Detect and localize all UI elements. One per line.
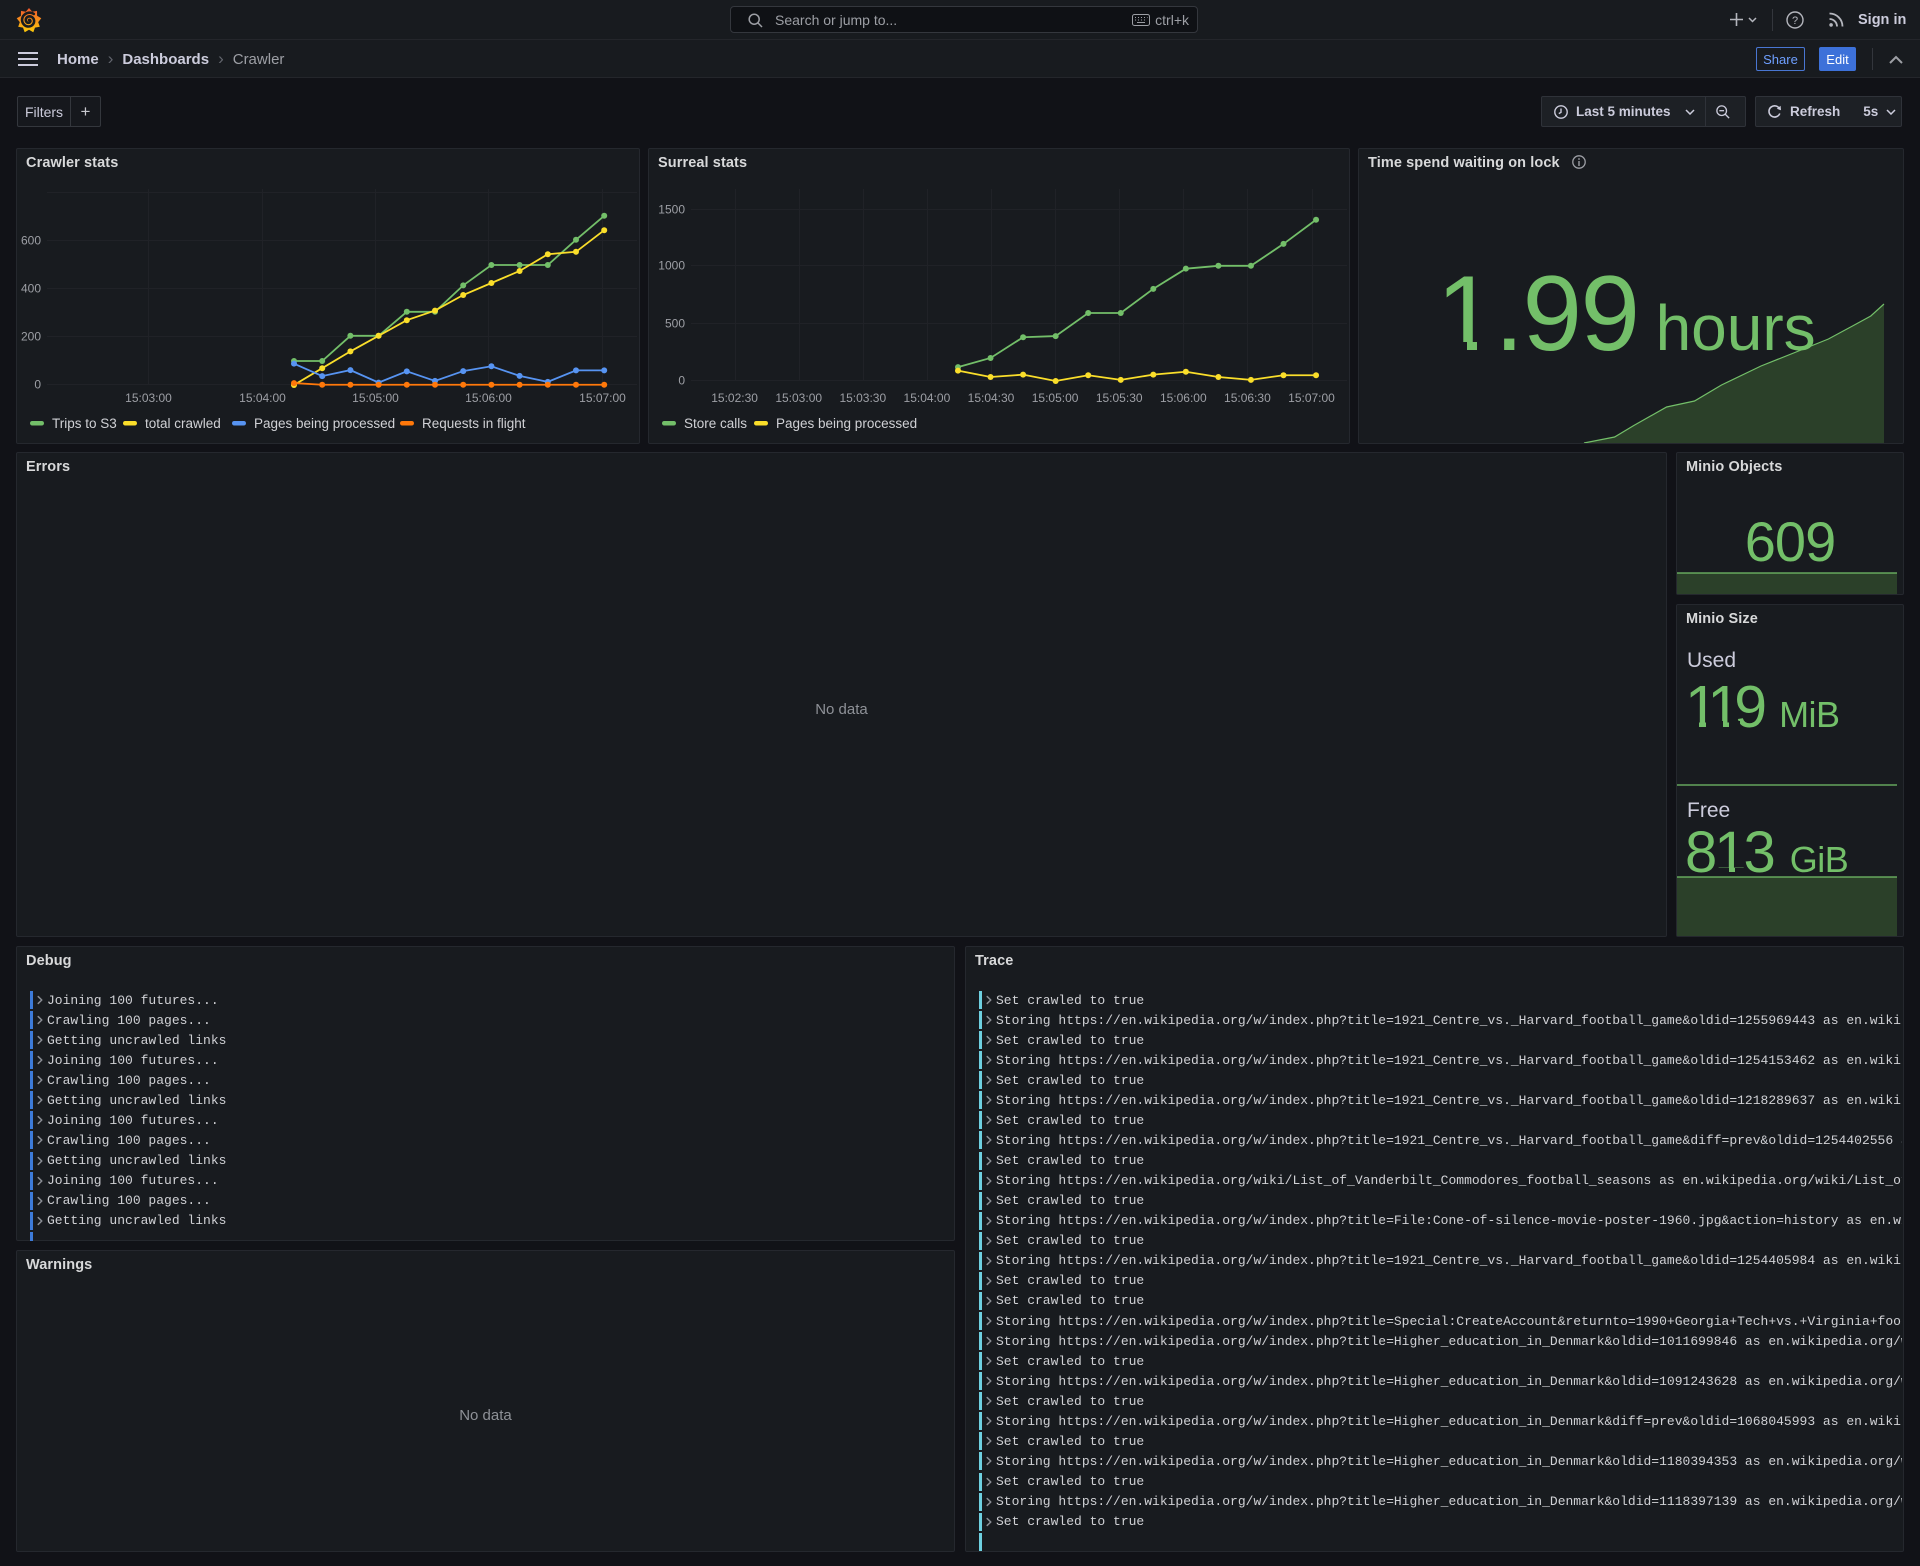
svg-text:?: ? xyxy=(1792,15,1798,27)
svg-text:Store calls: Store calls xyxy=(684,416,747,431)
svg-text:Trips to S3: Trips to S3 xyxy=(52,416,117,431)
svg-text:15:03:00: 15:03:00 xyxy=(775,391,822,405)
svg-text:Pages being processed: Pages being processed xyxy=(776,416,917,431)
svg-text:1500: 1500 xyxy=(658,203,685,217)
svg-text:15:07:00: 15:07:00 xyxy=(579,391,626,405)
svg-text:15:05:00: 15:05:00 xyxy=(352,391,399,405)
svg-text:15:04:00: 15:04:00 xyxy=(904,391,951,405)
svg-text:500: 500 xyxy=(665,317,685,331)
svg-text:0: 0 xyxy=(678,374,685,388)
svg-text:15:03:00: 15:03:00 xyxy=(125,391,172,405)
svg-text:15:05:00: 15:05:00 xyxy=(1032,391,1079,405)
svg-text:15:04:30: 15:04:30 xyxy=(968,391,1015,405)
svg-text:200: 200 xyxy=(21,330,41,344)
svg-text:0: 0 xyxy=(34,378,41,392)
svg-text:Pages being processed: Pages being processed xyxy=(254,416,395,431)
svg-text:15:06:00: 15:06:00 xyxy=(465,391,512,405)
svg-text:1000: 1000 xyxy=(658,259,685,273)
svg-text:400: 400 xyxy=(21,282,41,296)
svg-text:15:03:30: 15:03:30 xyxy=(839,391,886,405)
svg-text:15:02:30: 15:02:30 xyxy=(711,391,758,405)
svg-text:Requests in flight: Requests in flight xyxy=(422,416,526,431)
svg-text:15:06:30: 15:06:30 xyxy=(1224,391,1271,405)
svg-text:15:05:30: 15:05:30 xyxy=(1096,391,1143,405)
svg-text:15:04:00: 15:04:00 xyxy=(239,391,286,405)
svg-text:15:07:00: 15:07:00 xyxy=(1288,391,1335,405)
svg-text:15:06:00: 15:06:00 xyxy=(1160,391,1207,405)
svg-text:600: 600 xyxy=(21,234,41,248)
svg-text:total crawled: total crawled xyxy=(145,416,221,431)
